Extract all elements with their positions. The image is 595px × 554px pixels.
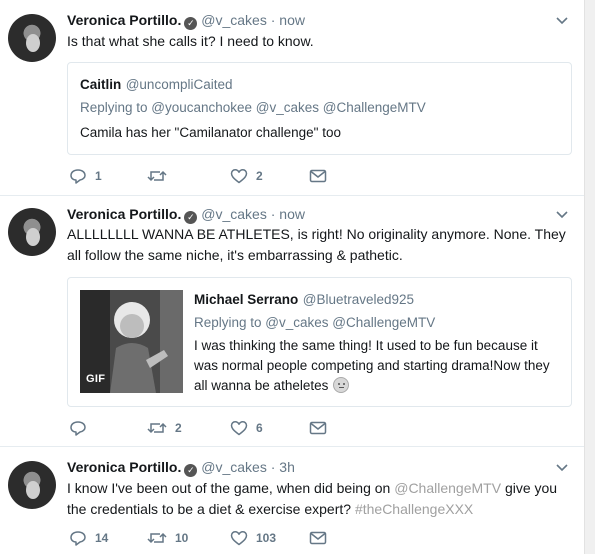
direct-message-button[interactable]: [309, 419, 327, 437]
quoted-text: Camila has her "Camilanator challenge" t…: [80, 125, 341, 140]
reply-button[interactable]: 1: [69, 167, 102, 185]
user-handle[interactable]: @v_cakes: [201, 459, 267, 475]
heart-icon: [230, 421, 248, 436]
tweet-text-part: I know I've been out of the game, when d…: [67, 480, 391, 496]
avatar[interactable]: [8, 208, 56, 256]
reply-count: 14: [95, 531, 109, 545]
tweet[interactable]: Veronica Portillo. ✓ @v_cakes · now Is th…: [0, 0, 584, 196]
user-name[interactable]: Veronica Portillo.: [67, 206, 181, 222]
quoted-tweet[interactable]: Caitlin @uncompliCaited Replying to @you…: [67, 62, 572, 155]
heart-icon: [230, 169, 248, 184]
quoted-user-handle: @uncompliCaited: [125, 77, 233, 92]
gif-thumbnail[interactable]: GIF: [80, 290, 183, 393]
hashtag-link[interactable]: #theChallengeXXX: [355, 501, 473, 517]
timestamp[interactable]: now: [279, 206, 305, 222]
reply-icon: [70, 169, 86, 184]
smiley-emoji-icon: [332, 377, 349, 393]
replying-to: Replying to @v_cakes @ChallengeMTV: [194, 315, 436, 330]
verified-badge-icon: ✓: [184, 211, 198, 224]
chevron-down-icon[interactable]: [556, 14, 568, 26]
heart-icon: [230, 531, 248, 546]
retweet-count: 2: [175, 421, 182, 435]
quoted-text: I was thinking the same thing! It used t…: [194, 338, 550, 393]
like-count: 2: [256, 169, 263, 183]
user-name[interactable]: Veronica Portillo.: [67, 459, 181, 475]
reply-button[interactable]: 14: [69, 529, 108, 547]
quoted-user-name: Michael Serrano: [194, 292, 299, 307]
retweet-icon: [147, 170, 167, 182]
timestamp[interactable]: now: [279, 12, 305, 28]
like-button[interactable]: 103: [230, 529, 276, 547]
chevron-down-icon[interactable]: [556, 461, 568, 473]
envelope-icon: [309, 421, 327, 435]
reply-icon: [70, 421, 86, 436]
chevron-down-icon[interactable]: [556, 208, 568, 220]
retweet-button[interactable]: 2: [147, 419, 182, 437]
timeline: Veronica Portillo. ✓ @v_cakes · now Is th…: [0, 0, 584, 554]
retweet-button[interactable]: [147, 167, 175, 185]
quoted-header: Caitlin @uncompliCaited: [80, 76, 232, 94]
mention-link[interactable]: @ChallengeMTV: [394, 480, 501, 496]
tweet-text: Is that what she calls it? I need to kno…: [67, 33, 314, 49]
like-button[interactable]: 2: [230, 167, 263, 185]
quoted-user-handle: @Bluetraveled925: [302, 292, 415, 307]
tweet-actions: 2 6: [67, 419, 367, 439]
envelope-icon: [309, 531, 327, 545]
tweet-header: Veronica Portillo. ✓ @v_cakes · now: [67, 12, 305, 30]
gif-badge: GIF: [86, 373, 106, 385]
tweet-header: Veronica Portillo. ✓ @v_cakes · 3h: [67, 459, 295, 477]
quoted-user-name: Caitlin: [80, 77, 122, 92]
separator-dot: ·: [270, 12, 276, 28]
tweet-text: I know I've been out of the game, when d…: [67, 478, 575, 520]
replying-to: Replying to @youcanchokee @v_cakes @Chal…: [80, 100, 426, 115]
quoted-tweet[interactable]: GIF Michael Serrano @Bluetraveled925 Rep…: [67, 277, 572, 407]
scrollbar[interactable]: [584, 0, 595, 554]
retweet-button[interactable]: 10: [147, 529, 188, 547]
retweet-count: 10: [175, 531, 189, 545]
retweet-icon: [147, 422, 167, 434]
reply-icon: [70, 531, 86, 546]
avatar[interactable]: [8, 14, 56, 62]
envelope-icon: [309, 169, 327, 183]
retweet-icon: [147, 532, 167, 544]
verified-badge-icon: ✓: [184, 17, 198, 30]
user-handle[interactable]: @v_cakes: [201, 12, 267, 28]
verified-badge-icon: ✓: [184, 464, 198, 477]
quoted-header: Michael Serrano @Bluetraveled925: [194, 291, 414, 309]
like-count: 103: [256, 531, 277, 545]
reply-count: 1: [95, 169, 102, 183]
like-count: 6: [256, 421, 263, 435]
like-button[interactable]: 6: [230, 419, 263, 437]
tweet[interactable]: Veronica Portillo. ✓ @v_cakes · now ALLLL…: [0, 196, 584, 447]
timestamp[interactable]: 3h: [279, 459, 295, 475]
tweet-actions: 1 2: [67, 167, 367, 187]
quoted-text-wrap: I was thinking the same thing! It used t…: [194, 336, 554, 396]
reply-button[interactable]: [69, 419, 95, 437]
tweet-header: Veronica Portillo. ✓ @v_cakes · now: [67, 206, 305, 224]
separator-dot: ·: [270, 206, 276, 222]
user-handle[interactable]: @v_cakes: [201, 206, 267, 222]
direct-message-button[interactable]: [309, 529, 327, 547]
avatar[interactable]: [8, 461, 56, 509]
tweet-actions: 14 10 103: [67, 529, 367, 549]
tweet[interactable]: Veronica Portillo. ✓ @v_cakes · 3h I know…: [0, 447, 584, 554]
separator-dot: ·: [270, 459, 276, 475]
direct-message-button[interactable]: [309, 167, 327, 185]
user-name[interactable]: Veronica Portillo.: [67, 12, 181, 28]
tweet-text: ALLLLLLLL WANNA BE ATHLETES, is right! N…: [67, 226, 566, 263]
